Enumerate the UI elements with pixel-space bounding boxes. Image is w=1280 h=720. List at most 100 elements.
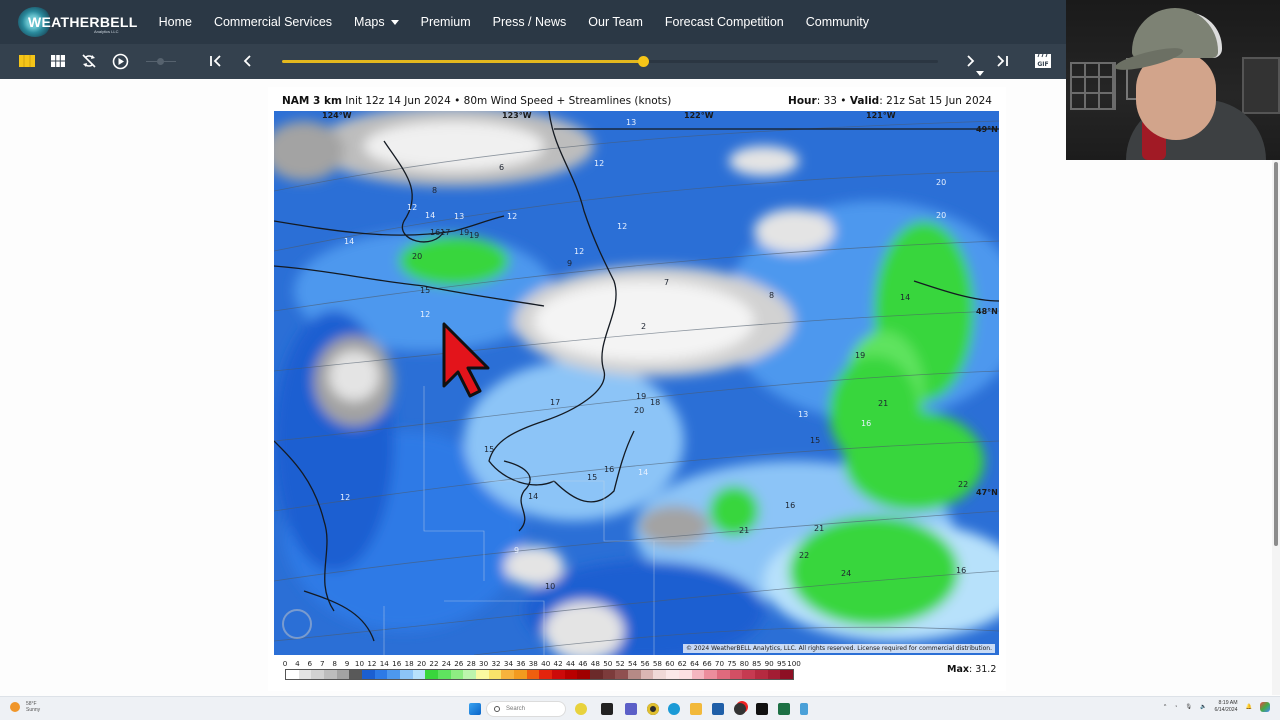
sync-toggle-button[interactable]	[80, 52, 98, 70]
colorbar-swatch	[374, 670, 388, 679]
colorbar	[285, 669, 794, 680]
colorbar-tick: 44	[565, 659, 576, 668]
notepad-icon[interactable]	[800, 703, 808, 715]
colorbar-tick: 36	[516, 659, 526, 668]
widgets-icon[interactable]	[575, 703, 587, 715]
weatherbell-logo[interactable]: WEATHERBELL Analytics LLC	[18, 0, 138, 44]
excel-icon[interactable]	[778, 703, 790, 715]
file-explorer-icon[interactable]	[690, 703, 702, 715]
colorbar-tick: 95	[777, 659, 787, 668]
play-icon	[112, 53, 128, 69]
map-header: NAM 3 km Init 12z 14 Jun 2024 • 80m Wind…	[282, 95, 992, 109]
colorbar-swatch	[450, 670, 464, 679]
watermark-logo	[282, 609, 312, 639]
taskbar-search[interactable]: Search	[486, 701, 566, 717]
store-icon[interactable]	[712, 703, 724, 715]
colorbar-swatch	[526, 670, 540, 679]
gif-export-button[interactable]: GIF	[1034, 52, 1052, 70]
contour-label: 24	[841, 569, 852, 578]
wind-speed-map[interactable]: 124°W 123°W 122°W 121°W 49°N 48°N 47°N 1…	[274, 111, 999, 655]
contour-label: 14	[528, 492, 539, 501]
webcam-overlay	[1066, 0, 1280, 160]
windows-start-icon[interactable]	[469, 703, 481, 715]
animation-toolbar: GIF	[0, 44, 1066, 79]
map-valid-time: Hour: 33 • Valid: 21z Sat 15 Jun 2024	[788, 95, 992, 107]
microphone-icon[interactable]: 🎙	[1185, 704, 1192, 710]
speed-slider[interactable]	[146, 58, 176, 65]
colorbar-swatch	[311, 670, 325, 679]
last-frame-button[interactable]	[993, 52, 1011, 70]
colorbar-swatch	[653, 670, 667, 679]
contour-label: 12	[407, 203, 418, 212]
volume-icon[interactable]: 🔈	[1200, 704, 1206, 710]
nav-press-news[interactable]: Press / News	[493, 15, 567, 29]
nav-commercial-services[interactable]: Commercial Services	[214, 15, 332, 29]
colorbar-tick: 10	[354, 659, 365, 668]
speed-slider-knob[interactable]	[157, 58, 164, 65]
colorbar-tick: 64	[690, 659, 700, 668]
svg-text:GIF: GIF	[1037, 61, 1048, 68]
colorbar-swatch	[552, 670, 565, 679]
colorbar-tick: 52	[615, 659, 625, 668]
contour-label: 20	[634, 406, 645, 415]
colorbar-swatch	[488, 670, 502, 679]
task-view-icon[interactable]	[601, 703, 613, 715]
chevron-left-icon	[243, 55, 251, 67]
nav-our-team[interactable]: Our Team	[588, 15, 643, 29]
colorbar-tick: 28	[466, 659, 476, 668]
first-frame-button[interactable]	[207, 52, 225, 70]
next-frame-button[interactable]	[961, 52, 979, 70]
nav-maps-label: Maps	[354, 15, 385, 29]
contour-label: 20	[936, 211, 947, 220]
app-icon[interactable]	[647, 703, 659, 715]
colorbar-swatch	[767, 670, 781, 679]
colorbar-swatch	[754, 670, 768, 679]
nav-premium[interactable]: Premium	[421, 15, 471, 29]
colorbar-tick: 80	[739, 659, 749, 668]
colorbar-tick: 50	[603, 659, 613, 668]
multi-panel-view-button[interactable]	[49, 52, 67, 70]
frame-dropdown-icon[interactable]	[976, 71, 984, 76]
colorbar-swatch	[666, 670, 679, 679]
contour-label: 13	[626, 118, 637, 127]
network-icon[interactable]: ◔	[1174, 704, 1177, 710]
colorbar-swatch	[412, 670, 426, 679]
contour-label: 7	[664, 278, 670, 287]
timeline-scrubber[interactable]	[282, 56, 938, 67]
single-panel-view-button[interactable]	[18, 52, 36, 70]
app-icon[interactable]	[756, 703, 768, 715]
teams-icon[interactable]	[625, 703, 637, 715]
colorbar-tick: 0	[282, 659, 288, 668]
timeline-handle[interactable]	[637, 56, 649, 67]
mouse-cursor-icon	[442, 322, 490, 398]
colorbar-tick: 7	[319, 659, 325, 668]
play-button[interactable]	[111, 52, 129, 70]
clock[interactable]: 8:19 AM 6/14/2024	[1214, 700, 1237, 714]
weather-widget[interactable]: 58°F Sunny	[10, 701, 40, 713]
nav-community[interactable]: Community	[806, 15, 869, 29]
notification-bell-icon[interactable]: 🔔	[1246, 704, 1252, 710]
colorbar-swatch	[691, 670, 705, 679]
copilot-icon[interactable]	[1260, 702, 1270, 712]
previous-frame-button[interactable]	[239, 52, 257, 70]
contour-label: 8	[432, 186, 438, 195]
nav-home[interactable]: Home	[159, 15, 192, 29]
contour-label: 14	[638, 468, 649, 477]
colorbar-tick: 24	[441, 659, 451, 668]
colorbar-swatch	[615, 670, 629, 679]
contour-label: 12	[594, 159, 605, 168]
app-icon-notification[interactable]	[734, 703, 746, 715]
contour-label: 22	[799, 551, 810, 560]
colorbar-tick: 4	[295, 659, 300, 668]
search-icon	[494, 706, 500, 712]
page-scrollbar[interactable]	[1272, 160, 1280, 695]
chevron-up-icon[interactable]: ^	[1164, 704, 1166, 710]
nav-maps[interactable]: Maps	[354, 15, 399, 29]
colorbar-swatch	[476, 670, 489, 679]
latitude-label: 47°N	[976, 488, 998, 497]
scrollbar-thumb[interactable]	[1274, 162, 1278, 546]
edge-browser-icon[interactable]	[668, 703, 680, 715]
nav-forecast-competition[interactable]: Forecast Competition	[665, 15, 784, 29]
colorbar-swatch	[628, 670, 641, 679]
colorbar-swatch	[298, 670, 312, 679]
